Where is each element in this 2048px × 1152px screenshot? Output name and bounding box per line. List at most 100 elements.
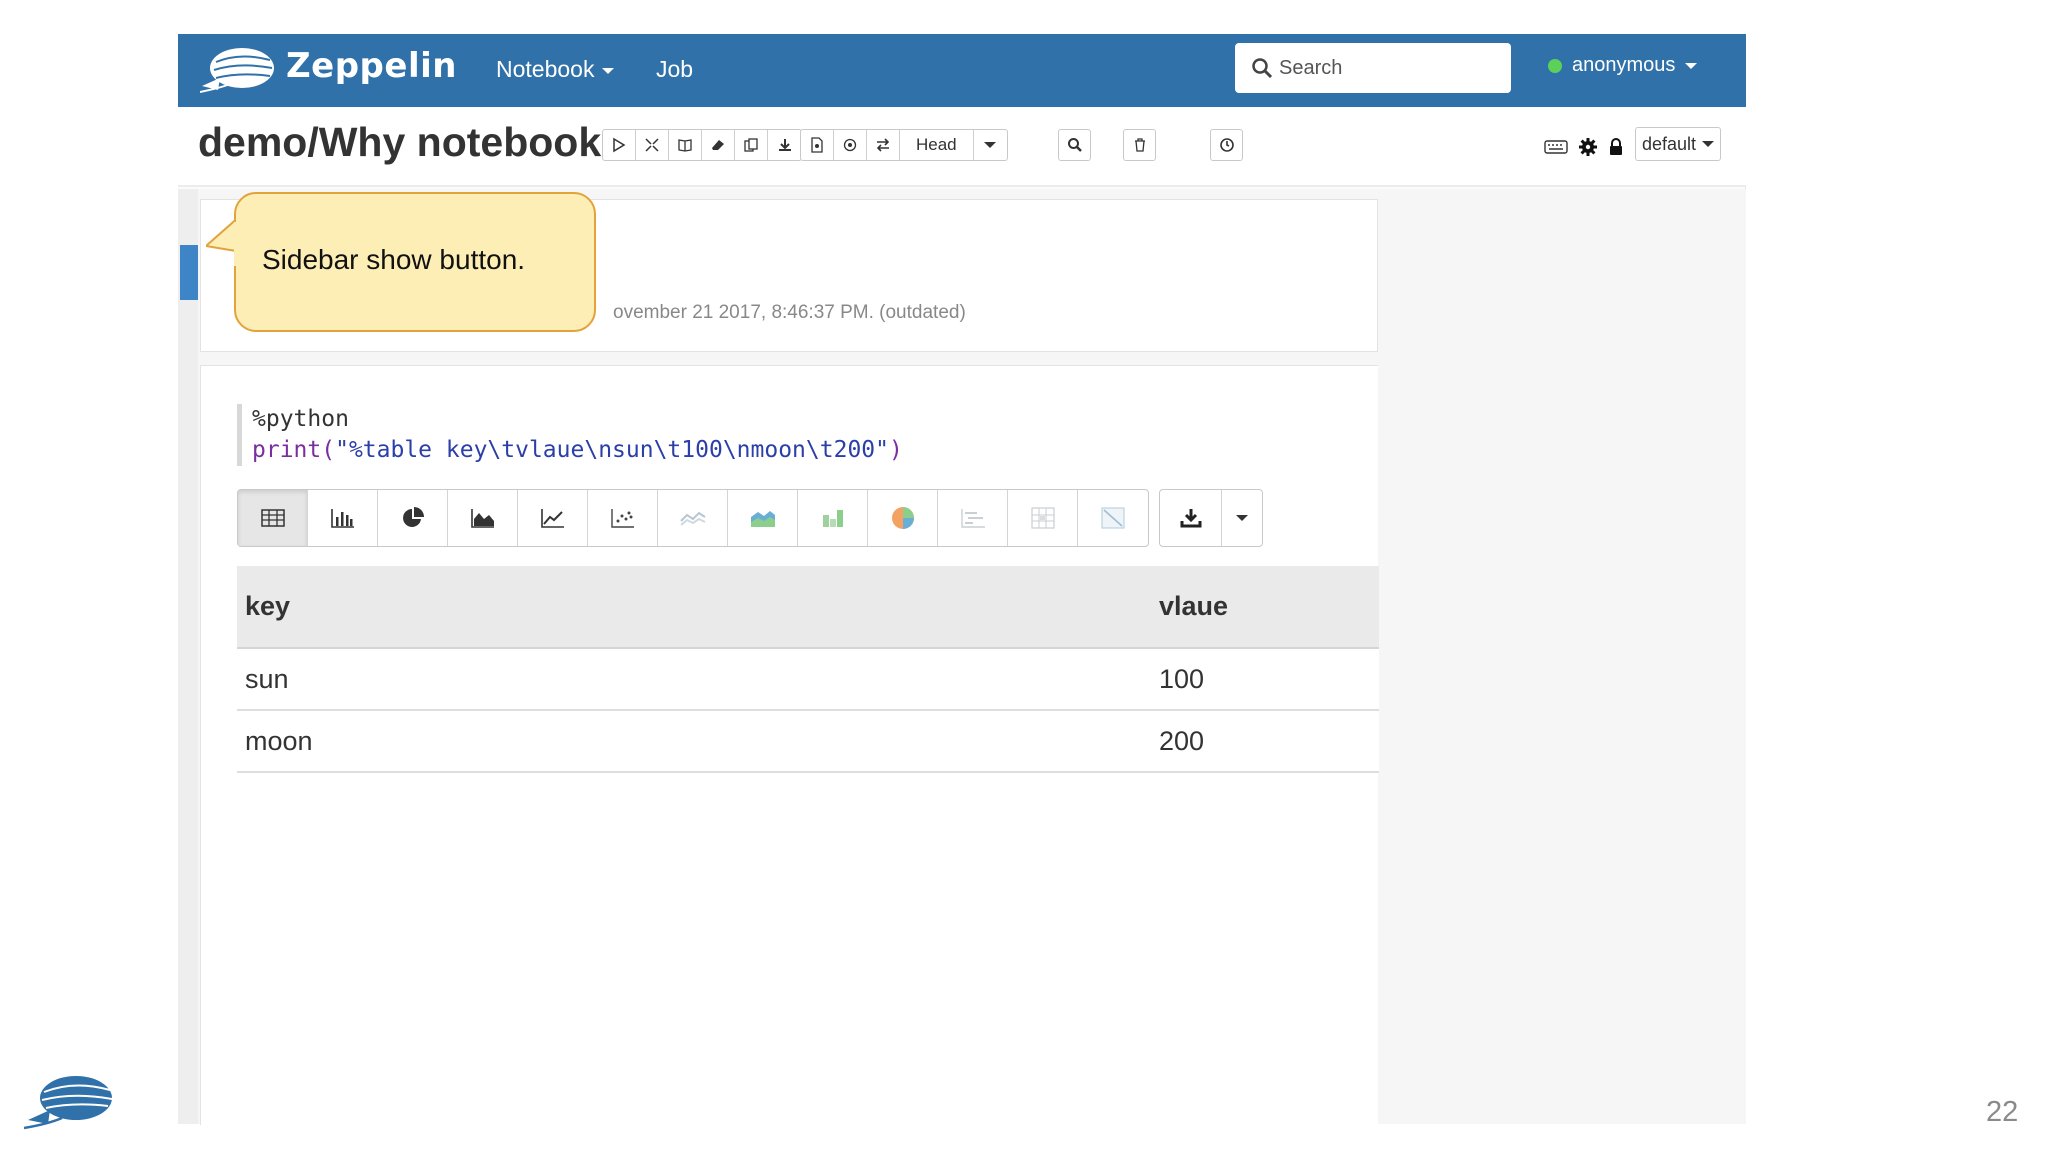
eraser-icon [712, 140, 724, 150]
table-cell: moon [237, 710, 1151, 773]
search-input[interactable] [1279, 56, 1499, 80]
book-icon [678, 139, 692, 152]
download-format-dropdown[interactable] [1222, 490, 1262, 546]
revision-dropdown-button[interactable] [974, 130, 1007, 160]
user-menu[interactable]: anonymous [1548, 54, 1698, 77]
heatmap-chart-button[interactable] [1008, 490, 1078, 546]
callout-bubble: Sidebar show button. [234, 192, 596, 332]
heatmap-icon [1030, 507, 1055, 529]
download-icon [1180, 509, 1201, 528]
revision-selector[interactable]: Head [900, 130, 974, 160]
scatter-chart-icon [610, 509, 634, 528]
table-row: sun 100 [237, 648, 1379, 711]
play-icon [613, 137, 626, 153]
brand-name[interactable]: Zeppelin [286, 46, 457, 86]
notebook-title[interactable]: demo/Why notebook [198, 119, 601, 166]
code-string: "%table key\tvlaue\nsun\t100\nmoon\t200" [335, 437, 889, 463]
chevron-down-icon [1236, 515, 1248, 521]
slide: Zeppelin Notebook Job anonymous demo/Why… [0, 0, 2048, 1152]
callout-pointer-mask [234, 222, 242, 266]
table-view-button[interactable] [238, 490, 308, 546]
interpreter-binding-label: default [1641, 133, 1697, 154]
commit-button[interactable] [801, 130, 834, 160]
table-cell: 100 [1151, 648, 1379, 711]
code-paren: ) [888, 437, 903, 463]
notebook-titlebar: demo/Why notebook Head default [178, 107, 1746, 187]
sidebar-show-button[interactable] [180, 245, 198, 300]
visualization-toolbar [237, 489, 1149, 547]
table-cell: sun [237, 648, 1151, 711]
toggle-output-button[interactable] [669, 130, 702, 160]
zeppelin-logo-icon[interactable] [199, 44, 276, 96]
callout-text: Sidebar show button. [262, 244, 526, 275]
zeppelin-logo-icon [23, 1072, 114, 1132]
export-notebook-button[interactable] [768, 130, 801, 160]
clock-icon [1219, 138, 1234, 152]
schedule-button[interactable] [1210, 129, 1243, 161]
grouped-bar-chart-icon [822, 510, 843, 527]
network-chart-button[interactable] [1078, 490, 1148, 546]
navbar: Zeppelin Notebook Job anonymous [178, 34, 1746, 107]
code-line: print("%table key\tvlaue\nsun\t100\nmoon… [252, 435, 903, 466]
collapse-icon [645, 138, 659, 152]
paragraph-status: ovember 21 2017, 8:46:37 PM. (outdated) [613, 302, 966, 323]
chevron-down-icon [602, 67, 615, 74]
donut-chart-icon [891, 507, 914, 529]
paragraph-2: %python print("%table key\tvlaue\nsun\t1… [200, 365, 1379, 1125]
username: anonymous [1572, 54, 1676, 76]
interpreter-binding-dropdown[interactable]: default [1635, 127, 1721, 161]
target-icon [843, 138, 857, 152]
column-header-key[interactable]: key [237, 566, 1151, 649]
keyboard-icon[interactable] [1544, 139, 1568, 155]
search-box[interactable] [1235, 43, 1511, 93]
notebook-menu-label: Notebook [496, 56, 595, 82]
run-all-button[interactable] [603, 130, 636, 160]
notebook-settings-icons [1544, 137, 1624, 157]
swap-icon [876, 138, 890, 152]
timeline-chart-button[interactable] [938, 490, 1008, 546]
stacked-area-chart-icon [750, 511, 775, 527]
lock-icon[interactable] [1608, 138, 1624, 156]
download-icon [778, 139, 791, 151]
clone-notebook-button[interactable] [735, 130, 768, 160]
delete-notebook-button[interactable] [1123, 129, 1156, 161]
code-function: print( [252, 437, 336, 463]
compare-revisions-button[interactable] [867, 130, 900, 160]
pie-chart-button[interactable] [378, 490, 448, 546]
line-chart-icon [540, 509, 564, 528]
job-link[interactable]: Job [656, 56, 693, 83]
copy-icon [744, 138, 758, 152]
grouped-bar-chart-button[interactable] [798, 490, 868, 546]
scatter-chart-button[interactable] [588, 490, 658, 546]
sidebar-strip [178, 189, 198, 1124]
download-data-group [1159, 489, 1263, 547]
download-data-button[interactable] [1160, 490, 1222, 546]
pie-chart-icon [402, 507, 424, 527]
gear-icon[interactable] [1578, 137, 1598, 157]
timeline-icon [960, 509, 985, 528]
toggle-code-button[interactable] [636, 130, 669, 160]
multi-line-chart-button[interactable] [658, 490, 728, 546]
bar-chart-button[interactable] [308, 490, 378, 546]
line-chart-button[interactable] [518, 490, 588, 546]
notebook-menu[interactable]: Notebook [496, 56, 615, 83]
notebook-actions-group [602, 129, 802, 161]
donut-chart-button[interactable] [868, 490, 938, 546]
area-chart-icon [470, 509, 494, 528]
table-cell: 200 [1151, 710, 1379, 773]
chevron-down-icon [984, 142, 997, 148]
stacked-area-chart-button[interactable] [728, 490, 798, 546]
file-icon [811, 137, 823, 153]
clear-output-button[interactable] [702, 130, 735, 160]
table-header-row: key vlaue [237, 566, 1379, 649]
version-control-group: Head [800, 129, 1008, 161]
trash-icon [1134, 138, 1145, 152]
page-number: 22 [1986, 1096, 2019, 1128]
search-code-button[interactable] [1058, 129, 1091, 161]
network-icon [1101, 507, 1125, 529]
code-editor[interactable]: %python print("%table key\tvlaue\nsun\t1… [237, 404, 903, 466]
column-header-value[interactable]: vlaue [1151, 566, 1379, 649]
multi-line-chart-icon [679, 511, 706, 526]
set-revision-button[interactable] [834, 130, 867, 160]
area-chart-button[interactable] [448, 490, 518, 546]
